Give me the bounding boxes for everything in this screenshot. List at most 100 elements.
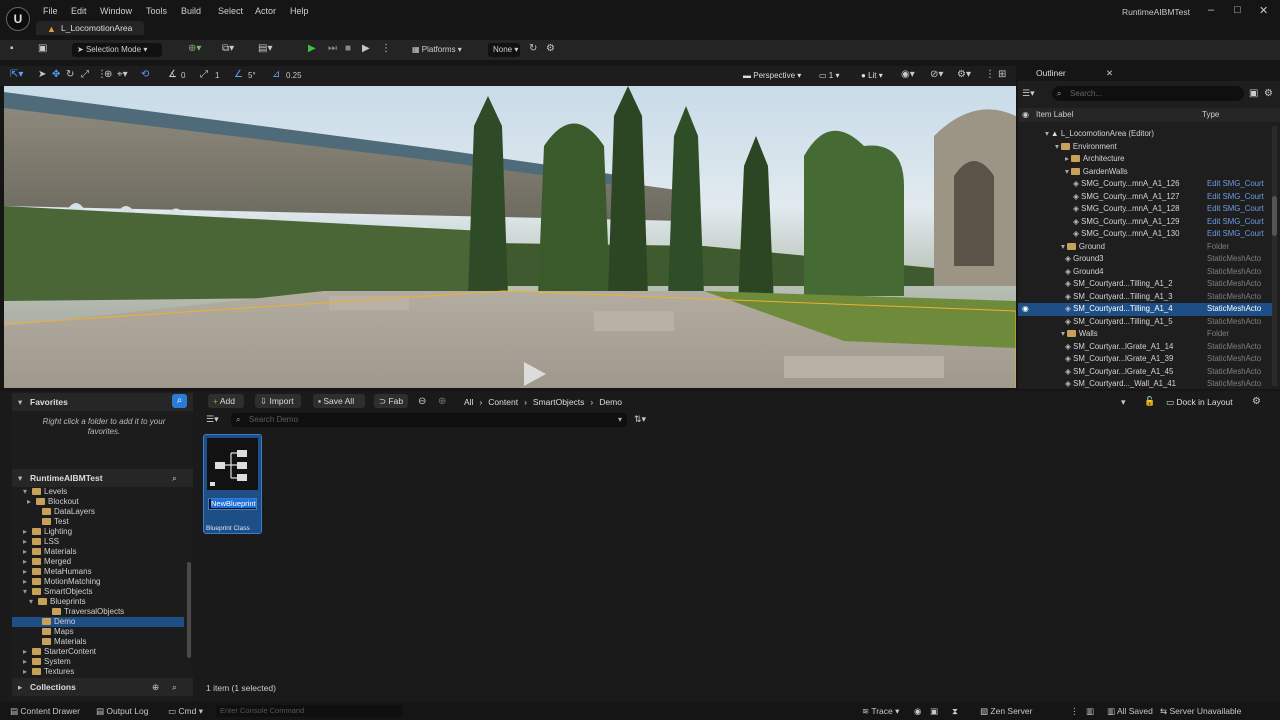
expand-arrow-icon[interactable]: ▾: [1065, 167, 1069, 176]
tree-arrow-icon[interactable]: ▾: [23, 587, 27, 597]
outliner-row-type[interactable]: Edit SMG_Court: [1207, 178, 1264, 191]
history-forward-icon[interactable]: ⊕: [438, 396, 446, 407]
outliner-row[interactable]: ◈ SM_Courtyard..._Wall_A1_41 StaticMeshAc…: [1018, 378, 1272, 391]
outliner-row[interactable]: ◈ Ground3 StaticMeshActo: [1018, 253, 1272, 266]
cb-search-input[interactable]: ⌕ Search Demo ▾: [231, 413, 627, 427]
tree-folder[interactable]: ▸ Merged: [12, 557, 184, 567]
scale-snap-value[interactable]: 1: [215, 71, 219, 80]
tree-folder[interactable]: ▸ Lighting: [12, 527, 184, 537]
launch-icon[interactable]: ▶: [362, 43, 370, 54]
tree-folder[interactable]: ▸ Textures: [12, 667, 184, 677]
rotate-tool-icon[interactable]: ↻: [66, 69, 74, 80]
rotation-snap-icon[interactable]: ∡: [168, 69, 177, 80]
stop-icon[interactable]: ■: [345, 43, 351, 54]
expand-arrow-icon[interactable]: ▾: [1061, 329, 1065, 338]
fab-button[interactable]: ⊃ Fab: [374, 394, 408, 408]
outliner-row-type[interactable]: Edit SMG_Court: [1207, 191, 1264, 204]
tree-folder[interactable]: ▸ System: [12, 657, 184, 667]
tree-folder[interactable]: DataLayers: [12, 507, 184, 517]
tree-arrow-icon[interactable]: ▸: [23, 657, 27, 667]
tree-folder[interactable]: ▸ StarterContent: [12, 647, 184, 657]
outliner-row[interactable]: ◈ SMG_Courty...mnA_A1_129 Edit SMG_Court: [1018, 216, 1272, 229]
outliner-row[interactable]: ◈ SMG_Courty...mnA_A1_127 Edit SMG_Court: [1018, 191, 1272, 204]
outliner-row[interactable]: ◈ SM_Courtyard...Tilling_A1_2 StaticMeshA…: [1018, 278, 1272, 291]
tree-folder[interactable]: Demo: [12, 617, 184, 627]
outliner-settings-icon[interactable]: ⚙: [1264, 88, 1273, 99]
breadcrumb-all[interactable]: All: [464, 397, 473, 407]
sort-icon[interactable]: ⇅▾: [634, 414, 646, 425]
angle-snap-value[interactable]: 5°: [248, 71, 256, 80]
project-search-icon[interactable]: ⌕: [172, 469, 177, 487]
output-log-button[interactable]: ▤ Output Log: [96, 706, 148, 717]
blueprint-icon[interactable]: ⧉▾: [222, 43, 234, 54]
menu-help[interactable]: Help: [290, 6, 309, 16]
realtime-icon[interactable]: ⊘▾: [930, 69, 943, 80]
more-icon[interactable]: ⋮: [381, 43, 391, 54]
record-icon[interactable]: ◉: [914, 706, 921, 717]
menu-edit[interactable]: Edit: [71, 6, 87, 16]
tree-arrow-icon[interactable]: ▸: [23, 667, 27, 677]
cmd-dropdown[interactable]: ▭ Cmd ▾: [168, 706, 203, 717]
tree-folder[interactable]: Test: [12, 517, 184, 527]
column-type[interactable]: Type: [1202, 108, 1219, 122]
cb-settings-icon[interactable]: ⚙: [1252, 396, 1261, 407]
grid-snap-icon[interactable]: ⟲: [141, 69, 149, 80]
expand-arrow-icon[interactable]: ▸: [1065, 154, 1069, 163]
outliner-row-type[interactable]: Edit SMG_Court: [1207, 228, 1264, 241]
tree-arrow-icon[interactable]: ▸: [23, 557, 27, 567]
outliner-row[interactable]: ◉ ◈ SM_Courtyard...Tilling_A1_4 StaticMesh…: [1018, 303, 1272, 316]
step-icon[interactable]: ⏭: [328, 43, 337, 54]
tree-arrow-icon[interactable]: ▸: [23, 527, 27, 537]
tree-folder[interactable]: ▸ MotionMatching: [12, 577, 184, 587]
move-tool-icon[interactable]: ✥: [52, 69, 60, 80]
outliner-row[interactable]: ◈ SMG_Courty...mnA_A1_128 Edit SMG_Court: [1018, 203, 1272, 216]
tree-folder[interactable]: Materials: [12, 637, 184, 647]
outliner-row[interactable]: ◈ SMG_Courty...mnA_A1_126 Edit SMG_Court: [1018, 178, 1272, 191]
maximize-viewport-icon[interactable]: ⊞: [998, 69, 1006, 80]
level-tab[interactable]: ▲ L_LocomotionArea: [36, 21, 144, 35]
surface-snap-icon[interactable]: ⌖▾: [117, 69, 128, 80]
breadcrumb-demo[interactable]: Demo: [599, 397, 622, 407]
viewport-more-icon[interactable]: ⋮: [985, 69, 995, 80]
tree-arrow-icon[interactable]: ▸: [23, 647, 27, 657]
net-mode-dropdown[interactable]: None ▾: [488, 43, 520, 57]
derived-data-icon[interactable]: ⧗: [952, 706, 958, 717]
column-item-label[interactable]: Item Label: [1036, 108, 1073, 122]
play-icon[interactable]: ▶: [308, 43, 316, 54]
outliner-row[interactable]: ▾ GardenWalls: [1018, 166, 1272, 179]
scale-snap-icon[interactable]: ⤢: [200, 69, 208, 80]
expand-arrow-icon[interactable]: ▾: [1061, 242, 1065, 251]
content-icon[interactable]: ▣: [38, 43, 47, 54]
selection-mode-dropdown[interactable]: ➤ Selection Mode ▾: [72, 43, 162, 57]
menu-file[interactable]: File: [43, 6, 58, 16]
lit-dropdown[interactable]: ● Lit ▾: [856, 69, 892, 83]
refresh-icon[interactable]: ↻: [529, 43, 537, 54]
outliner-row[interactable]: ◈ SM_Courtyard...Tilling_A1_3 StaticMeshA…: [1018, 291, 1272, 304]
outliner-row[interactable]: ◈ Ground4 StaticMeshActo: [1018, 266, 1272, 279]
tree-folder[interactable]: ▾ Blueprints: [12, 597, 184, 607]
search-dropdown-icon[interactable]: ▾: [618, 413, 622, 427]
source-control-icon[interactable]: ▥: [1086, 706, 1094, 717]
breadcrumb-smartobjects[interactable]: SmartObjects: [533, 397, 585, 407]
outliner-row[interactable]: ▾ Ground Folder: [1018, 241, 1272, 254]
tree-arrow-icon[interactable]: ▸: [23, 577, 27, 587]
zen-server-button[interactable]: ▧ Zen Server: [980, 706, 1032, 717]
tree-arrow-icon[interactable]: ▸: [23, 567, 27, 577]
lock-icon[interactable]: 🔓: [1144, 396, 1155, 407]
add-button[interactable]: + Add: [208, 394, 244, 408]
expand-arrow-icon[interactable]: ▾: [1055, 142, 1059, 151]
add-actor-icon[interactable]: ⊕▾: [188, 43, 201, 54]
asset-tile[interactable]: NewBlueprint Blueprint Class: [203, 434, 262, 534]
outliner-row[interactable]: ◈ SM_Courtyard...Tilling_A1_5 StaticMeshA…: [1018, 316, 1272, 329]
dock-in-layout-button[interactable]: ▭ Dock in Layout: [1166, 397, 1233, 408]
outliner-row[interactable]: ◈ SM_Courtyar...lGrate_A1_14 StaticMeshAc…: [1018, 341, 1272, 354]
select-tool-icon[interactable]: ➤: [38, 69, 46, 80]
outliner-row[interactable]: ▾ ▲ L_LocomotionArea (Editor): [1018, 128, 1272, 141]
tree-arrow-icon[interactable]: ▾: [23, 487, 27, 497]
angle-snap-icon[interactable]: ∠: [234, 69, 243, 80]
tree-folder[interactable]: Maps: [12, 627, 184, 637]
tree-scrollbar[interactable]: [187, 562, 191, 658]
console-input[interactable]: Enter Console Command: [216, 705, 402, 717]
server-status-button[interactable]: ⇆ Server Unavailable: [1160, 706, 1241, 717]
tree-arrow-icon[interactable]: ▸: [23, 537, 27, 547]
